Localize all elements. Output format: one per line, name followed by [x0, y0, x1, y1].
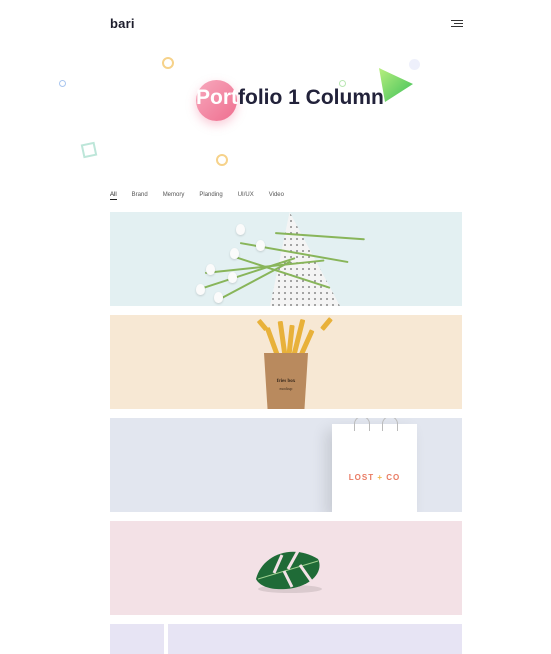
- fries-box-text: fries box: [276, 379, 296, 384]
- decorative-ring-icon: [216, 154, 228, 166]
- decorative-ring-icon: [162, 57, 174, 69]
- portfolio-filter-bar: All Brand Memory Planding UI/UX Video: [110, 192, 299, 200]
- fries-box-mockup: fries box mockup: [264, 353, 308, 409]
- portfolio-item-monstera-leaf[interactable]: [110, 521, 462, 615]
- fries-box-subtext: mockup: [279, 386, 293, 391]
- filter-all[interactable]: All: [110, 192, 117, 200]
- decorative-dot-icon: [59, 80, 66, 87]
- monstera-leaf-icon: [256, 550, 322, 593]
- hamburger-menu-icon[interactable]: [451, 20, 463, 28]
- partial-graphic: [164, 624, 168, 654]
- portfolio-item-partial[interactable]: [110, 624, 462, 654]
- portfolio-item-shopping-bag[interactable]: LOST + CO: [110, 418, 462, 512]
- portfolio-item-fries-box[interactable]: fries box mockup: [110, 315, 462, 409]
- filter-memory[interactable]: Memory: [163, 192, 185, 200]
- shopping-bag-mockup: LOST + CO: [332, 418, 417, 512]
- filter-video[interactable]: Video: [269, 192, 284, 200]
- page-title: Portfolio 1 Column: [196, 86, 384, 110]
- bag-label: LOST + CO: [348, 473, 401, 482]
- decorative-square-icon: [80, 141, 98, 159]
- logo[interactable]: bari: [110, 16, 135, 31]
- filter-ui-ux[interactable]: UI/UX: [238, 192, 254, 200]
- filter-brand[interactable]: Brand: [132, 192, 148, 200]
- page-title-rest: folio 1 Column: [238, 86, 384, 109]
- portfolio-item-tulips[interactable]: [110, 212, 462, 306]
- page-title-highlight: Port: [196, 86, 238, 109]
- filter-planding[interactable]: Planding: [199, 192, 222, 200]
